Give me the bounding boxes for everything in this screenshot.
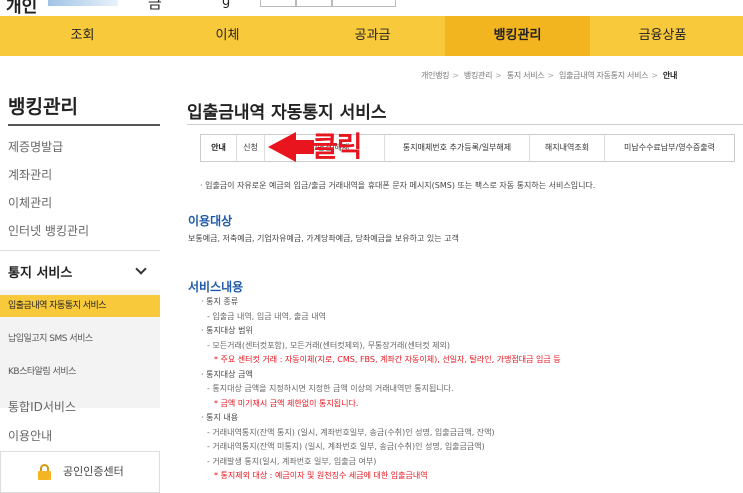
arrow-shaft [294,140,314,154]
service-line: - 입출금 내역, 입금 내역, 출금 내역 [207,311,326,321]
site-logo-fragment[interactable]: 개인 [6,0,37,17]
sidebar-item-certificates[interactable]: 제증명발급 [8,138,63,155]
target-heading: 이용대상 [188,214,233,228]
sidebar: 뱅킹관리 제증명발급 계좌관리 이체관리 인터넷 뱅킹관리 통지 서비스 입출금… [0,56,160,493]
sidebar-item-internet-banking[interactable]: 인터넷 뱅킹관리 [8,222,89,239]
certificate-center-link[interactable]: 공인인증센터 [0,451,160,493]
logo-gradient-bar [48,0,118,6]
breadcrumb-item[interactable]: 개인뱅킹 [421,71,450,80]
tab-guide[interactable]: 안내 [201,135,237,161]
sidebar-item-transfer-management[interactable]: 이체관리 [8,194,52,211]
service-line: * 금액 미기재시 금액 제한없이 통지됩니다. [214,398,359,408]
sidebar-item-integrated-id[interactable]: 통합ID서비스 [8,398,76,415]
click-annotation-text: 클릭 [312,130,363,163]
page-title: 입출금내역 자동통지 서비스 [187,103,387,123]
breadcrumb-item[interactable]: 통지 서비스 [507,71,545,80]
tab-termination-history[interactable]: 해지내역조회 [530,135,605,161]
sidebar-item-account-management[interactable]: 계좌관리 [8,166,52,183]
certificate-center-label: 공인인증센터 [63,465,124,478]
service-line: * 주요 센터컷 거래 : 자동이체(지로, CMS, FBS, 계좌간 자동이… [214,355,561,364]
service-line: · 통지 내용 [201,413,239,422]
header-toggle-tab[interactable] [332,0,396,7]
sidebar-title-divider [8,124,160,126]
service-line: - 거래내역통지(잔액 미통지) (일시, 계좌번호 일부, 송금(수취)인 성… [207,442,485,451]
sidebar-subitem-kbstar-alert[interactable]: KB스타알림 서비스 [0,361,160,383]
service-intro: · 입출금이 자유로운 예금의 입금/출금 거래내역을 휴대폰 문자 메시지(S… [200,181,596,190]
sidebar-group-label: 통지 서비스 [8,266,73,281]
service-line: · 통지 종류 [201,297,239,306]
sidebar-sub-list: 입출금내역 자동통지 서비스 납입일고지 SMS 서비스 KB스타알림 서비스 [0,290,160,408]
service-line: · 통지대상 금액 [201,369,253,379]
sidebar-subitem-auto-notify[interactable]: 입출금내역 자동통지 서비스 [0,295,160,317]
header-toggle-tabs[interactable] [260,0,396,7]
nav-item-inquiry[interactable]: 조회 [10,16,155,56]
sidebar-title: 뱅킹관리 [8,96,78,118]
service-line: - 통지대상 금액을 지정하시면 지정한 금액 이상의 거래내역만 통지됩니다. [207,384,454,393]
title-divider [187,124,743,125]
target-text: 보통예금, 저축예금, 기업자유예금, 가계당좌예금, 당좌예금을 보유하고 있… [188,234,459,243]
service-line: - 모든거래(센터컷포함), 모든거래(센터컷제외), 무통장거래(센터컷 제외… [207,340,450,350]
click-annotation: 클릭 [268,126,378,166]
service-line: * 통지제외 대상 : 예금이자 및 원천징수 세금에 대한 입출금내역 [214,471,428,480]
service-line: - 거래발생 통지(일시, 계좌번호 일부, 입출금 여부) [207,456,377,466]
sidebar-subitem-sms-notice[interactable]: 납입일고지 SMS 서비스 [0,328,160,350]
lock-icon [38,464,51,480]
service-line: - 거래내역통지(잔액 통지) (일시, 계좌번호일부, 송금(수취)인 성명,… [207,427,495,437]
main-nav: 조회 이체 공과금 뱅킹관리 금융상품 [0,16,743,56]
breadcrumb-item[interactable]: 뱅킹관리 [464,71,493,80]
breadcrumb-item[interactable]: 입출금내역 자동통지 서비스 [559,71,649,80]
sidebar-item-guide[interactable]: 이용안내 [8,427,52,444]
header-title-fragment: 금 [148,0,162,12]
nav-item-utility-bills[interactable]: 공과금 [300,16,445,56]
nav-item-banking-management[interactable]: 뱅킹관리 [445,16,590,56]
sidebar-group-notification[interactable]: 통지 서비스 [0,250,160,290]
header-toggle-tab[interactable] [260,0,296,7]
service-heading: 서비스내용 [188,280,244,294]
header-toggle-tab[interactable] [296,0,332,7]
nav-item-transfer[interactable]: 이체 [155,16,300,56]
breadcrumb: 개인뱅킹 > 뱅킹관리 > 통지 서비스 > 입출금내역 자동통지 서비스 > 안내 [421,71,678,80]
header-text-fragment: g [222,0,231,9]
tab-apply[interactable]: 신청 [237,135,265,161]
service-line: · 통지대상 범위 [201,326,253,335]
breadcrumb-current: 안내 [662,71,678,80]
top-header-strip: 개인 금 g [0,0,743,17]
tab-add-register-number[interactable]: 통지매체번호 추가등록/일부해제 [385,135,530,161]
arrow-left-icon [268,132,296,162]
tab-unpaid-fee-receipt[interactable]: 미납수수료납부/영수증출력 [605,135,734,161]
chevron-down-icon [135,263,147,275]
nav-item-financial-products[interactable]: 금융상품 [590,16,735,56]
